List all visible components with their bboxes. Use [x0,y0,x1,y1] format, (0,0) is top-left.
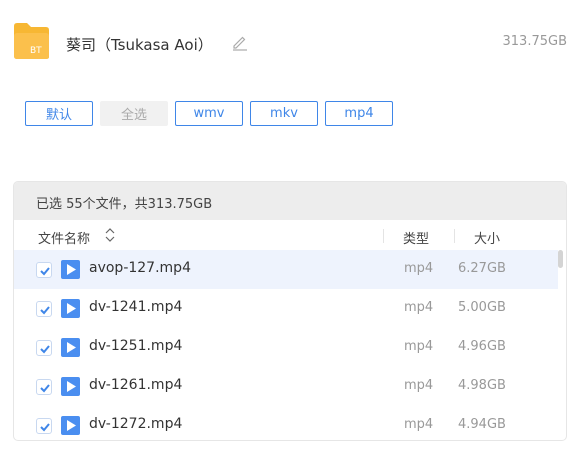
file-size: 4.94GB [458,417,506,432]
file-name: dv-1251.mp4 [89,338,183,354]
file-row[interactable]: dv-1261.mp4 mp4 4.98GB [14,367,558,406]
file-checkbox[interactable] [36,340,52,356]
scrollbar-thumb[interactable] [558,250,563,268]
selection-summary-bar: 已选 55个文件，共313.75GB [14,182,566,220]
bt-folder-icon: BT [14,23,49,59]
file-name: dv-1272.mp4 [89,416,183,432]
file-checkbox[interactable] [36,418,52,434]
total-size: 313.75GB [502,34,567,49]
file-size: 5.00GB [458,300,506,315]
filter-select-all-button[interactable]: 全选 [100,101,168,126]
filter-mp4-button[interactable]: mp4 [325,101,393,126]
file-name: dv-1241.mp4 [89,299,183,315]
file-row[interactable]: dv-1241.mp4 mp4 5.00GB [14,289,558,328]
torrent-title: 葵司（Tsukasa Aoi） [66,36,213,54]
file-checkbox[interactable] [36,379,52,395]
file-checkbox[interactable] [36,262,52,278]
file-type: mp4 [404,300,434,315]
svg-text:BT: BT [30,46,42,56]
file-row[interactable]: dv-1251.mp4 mp4 4.96GB [14,328,558,367]
file-type: mp4 [404,417,434,432]
video-play-icon [61,416,80,435]
file-size: 6.27GB [458,261,506,276]
file-list-panel: 已选 55个文件，共313.75GB 文件名称 类型 大小 avop-127.m… [13,181,567,441]
file-size: 4.98GB [458,378,506,393]
file-name: avop-127.mp4 [89,260,191,276]
video-play-icon [61,299,80,318]
filter-default-button[interactable]: 默认 [25,101,93,126]
file-name: dv-1261.mp4 [89,377,183,393]
file-size: 4.96GB [458,339,506,354]
file-type: mp4 [404,339,434,354]
file-type: mp4 [404,261,434,276]
column-name-header[interactable]: 文件名称 [38,228,90,247]
filter-mkv-button[interactable]: mkv [250,101,318,126]
video-play-icon [61,338,80,357]
selection-summary: 已选 55个文件，共313.75GB [36,197,213,212]
column-size-header[interactable]: 大小 [474,228,500,247]
file-checkbox[interactable] [36,301,52,317]
file-type: mp4 [404,378,434,393]
pencil-icon[interactable] [231,33,249,51]
column-divider [383,229,384,243]
file-row[interactable]: avop-127.mp4 mp4 6.27GB [14,250,558,289]
file-row[interactable]: dv-1272.mp4 mp4 4.94GB [14,406,558,440]
sort-icon[interactable] [104,228,116,242]
filter-wmv-button[interactable]: wmv [175,101,243,126]
header: BT 葵司（Tsukasa Aoi） 313.75GB [13,22,569,62]
column-header: 文件名称 类型 大小 [14,220,566,250]
video-play-icon [61,377,80,396]
column-type-header[interactable]: 类型 [403,228,429,247]
video-play-icon [61,260,80,279]
column-divider [454,229,455,243]
